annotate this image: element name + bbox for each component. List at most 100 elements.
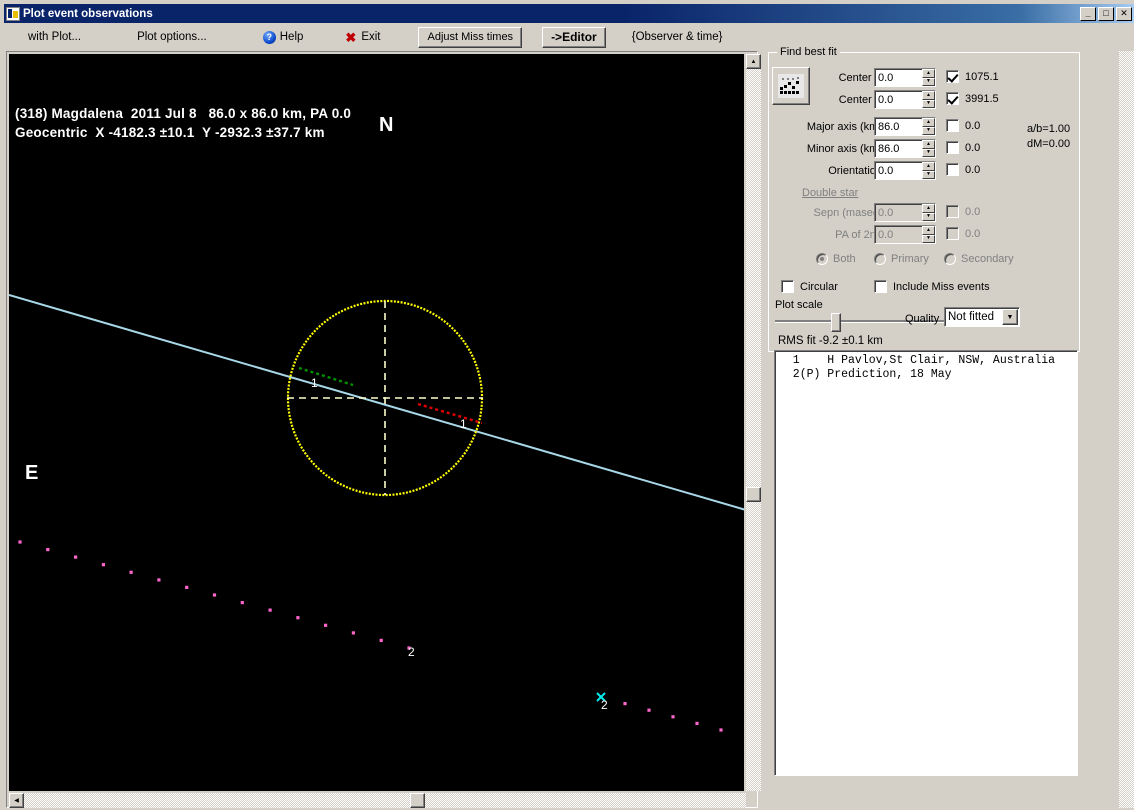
menu-item-exit[interactable]: ✖ Exit <box>339 27 386 47</box>
menu-item-label: with Plot... <box>28 31 82 43</box>
circular-label: Circular <box>800 281 838 293</box>
chord-label: 2 <box>408 645 415 659</box>
separation-value: 0.0 <box>878 206 894 219</box>
minor-axis-value: 86.0 <box>878 142 900 155</box>
plot-canvas[interactable]: (318) Magdalena 2011 Jul 8 86.0 x 86.0 k… <box>9 54 744 791</box>
center-x-checkbox[interactable] <box>946 70 959 83</box>
minimize-button[interactable]: _ <box>1080 6 1096 21</box>
scrollbar-track[interactable] <box>746 54 761 791</box>
major-axis-value: 86.0 <box>878 120 900 133</box>
pa-of-2nd-label: PA of 2nd <box>835 229 882 241</box>
spinner-arrows[interactable]: ▲ ▼ <box>922 91 935 108</box>
plot-panel: (318) Magdalena 2011 Jul 8 86.0 x 86.0 k… <box>6 51 761 808</box>
miss-track-2 <box>599 695 723 732</box>
menu-item-with-plot[interactable]: with Plot... <box>22 27 87 47</box>
plot-horizontal-scrollbar[interactable]: ◀ <box>9 793 746 808</box>
major-axis-label: Major axis (km) <box>806 121 882 133</box>
chord-label: 1 <box>460 417 467 431</box>
quality-dropdown[interactable]: Not fitted ▼ <box>944 307 1020 327</box>
include-miss-events-label: Include Miss events <box>893 281 990 293</box>
application-window: Plot event observations _ □ ✕ with Plot.… <box>0 0 1134 810</box>
minor-axis-fit-value: 0.0 <box>965 142 981 154</box>
pa-of-2nd-spinner: 0.0 ▲ ▼ <box>874 225 936 244</box>
plot-vertical-scrollbar[interactable]: ▲ <box>746 54 761 791</box>
reappearance-error-segment <box>417 402 483 425</box>
orientation-spinner[interactable]: 0.0 ▲ ▼ <box>874 161 936 180</box>
orientation-checkbox[interactable] <box>946 163 959 176</box>
center-y-value: 0.0 <box>878 93 894 106</box>
menu-item-help[interactable]: ? Help <box>257 27 310 47</box>
menu-toolbar: with Plot... Plot options... ? Help ✖ Ex… <box>4 24 1134 50</box>
radio-primary-label: Primary <box>891 253 929 265</box>
plot-header-line2: Geocentric X -4182.3 ±10.1 Y -2932.3 ±37… <box>15 125 325 140</box>
panel-scrollbar-column[interactable] <box>1119 51 1134 808</box>
include-miss-events-checkbox[interactable] <box>874 280 887 293</box>
observer-list[interactable]: 1 H Pavlov,St Clair, NSW, Australia 2(P)… <box>774 350 1078 776</box>
plot-scale-label: Plot scale <box>775 299 823 311</box>
window-controls: _ □ ✕ <box>1080 6 1132 21</box>
north-label: N <box>379 114 394 136</box>
close-icon: ✕ <box>1120 8 1128 18</box>
major-axis-checkbox[interactable] <box>946 119 959 132</box>
separation-spinner: 0.0 ▲ ▼ <box>874 203 936 222</box>
adjust-miss-times-button[interactable]: Adjust Miss times <box>418 26 523 48</box>
east-label: E <box>25 462 39 484</box>
exit-icon: ✖ <box>345 29 357 45</box>
spinner-arrows[interactable]: ▲ ▼ <box>922 69 935 86</box>
plot-graphics <box>9 294 744 732</box>
group-legend: Find best fit <box>777 46 840 58</box>
maximize-button[interactable]: □ <box>1098 6 1114 21</box>
orientation-value: 0.0 <box>878 164 894 177</box>
menu-item-plot-options[interactable]: Plot options... <box>131 27 213 47</box>
circular-checkbox[interactable] <box>781 280 794 293</box>
pa-of-2nd-checkbox <box>946 227 959 240</box>
miss-track-1 <box>18 540 411 650</box>
center-y-spinner[interactable]: 0.0 ▲ ▼ <box>874 90 936 109</box>
rms-fit-label: RMS fit -9.2 ±0.1 km <box>778 335 883 347</box>
menu-item-label: Help <box>279 31 304 43</box>
chevron-down-icon[interactable]: ▼ <box>1002 309 1018 325</box>
separation-label: Sepn (masec) <box>813 207 882 219</box>
minor-axis-spinner[interactable]: 86.0 ▲ ▼ <box>874 139 936 158</box>
orientation-label: Orientation <box>828 165 882 177</box>
scroll-left-button[interactable]: ◀ <box>9 793 24 808</box>
maximize-icon: □ <box>1103 8 1109 18</box>
center-x-label: Center X <box>838 72 882 84</box>
center-y-fit-value: 3991.5 <box>965 93 999 105</box>
spinner-arrows[interactable]: ▲ ▼ <box>922 140 935 157</box>
separation-fit-value: 0.0 <box>965 206 981 218</box>
minor-axis-label: Minor axis (km) <box>806 143 882 155</box>
radio-primary <box>874 253 886 265</box>
spinner-arrows: ▲ ▼ <box>922 226 935 243</box>
help-icon: ? <box>262 30 276 44</box>
scroll-up-button[interactable]: ▲ <box>746 54 761 69</box>
menu-item-label: Exit <box>361 31 381 43</box>
spinner-arrows[interactable]: ▲ ▼ <box>922 118 935 135</box>
editor-button[interactable]: ->Editor <box>542 26 606 48</box>
spinner-arrows[interactable]: ▲ ▼ <box>922 162 935 179</box>
button-label: Adjust Miss times <box>427 31 514 43</box>
radio-secondary-label: Secondary <box>961 253 1014 265</box>
separation-checkbox <box>946 205 959 218</box>
double-star-link[interactable]: Double star <box>802 187 858 199</box>
scroll-thumb-horizontal[interactable] <box>410 793 425 808</box>
quality-label: Quality <box>905 313 940 325</box>
axis-ratio-label: a/b=1.00 <box>1027 123 1071 135</box>
app-icon <box>6 6 20 21</box>
title-bar: Plot event observations _ □ ✕ <box>4 4 1134 23</box>
scroll-thumb[interactable] <box>746 487 761 502</box>
center-y-checkbox[interactable] <box>946 92 959 105</box>
close-button[interactable]: ✕ <box>1116 6 1132 21</box>
slider-thumb[interactable] <box>831 313 841 332</box>
chord-label: 1 <box>311 376 318 390</box>
minor-axis-checkbox[interactable] <box>946 141 959 154</box>
center-x-value: 0.0 <box>878 71 894 84</box>
major-axis-spinner[interactable]: 86.0 ▲ ▼ <box>874 117 936 136</box>
button-label: ->Editor <box>551 30 597 44</box>
menu-item-label: Plot options... <box>137 31 207 43</box>
center-x-spinner[interactable]: 0.0 ▲ ▼ <box>874 68 936 87</box>
dm-label: dM=0.00 <box>1027 138 1071 150</box>
pa-of-2nd-value: 0.0 <box>878 228 894 241</box>
center-y-label: Center Y <box>838 94 882 106</box>
radio-both <box>816 253 828 265</box>
